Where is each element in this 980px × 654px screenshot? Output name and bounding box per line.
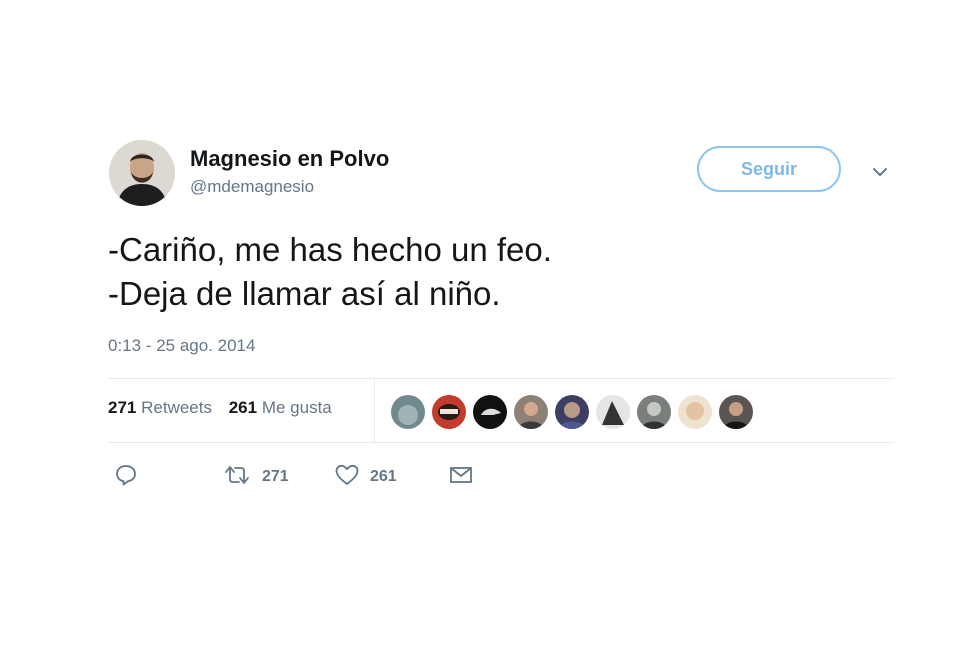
divider <box>108 442 894 443</box>
like-stat[interactable]: 261 Me gusta <box>229 398 332 418</box>
envelope-icon <box>448 463 474 492</box>
follow-button[interactable]: Seguir <box>697 146 841 192</box>
retweet-stat-count: 271 <box>108 398 137 417</box>
liker-avatar[interactable] <box>636 394 672 430</box>
avatar[interactable] <box>109 140 175 206</box>
chevron-down-icon[interactable] <box>868 160 892 184</box>
liker-avatar[interactable] <box>554 394 590 430</box>
liker-avatar[interactable] <box>677 394 713 430</box>
like-button[interactable]: 261 <box>334 460 397 494</box>
liker-avatar[interactable] <box>472 394 508 430</box>
tweet-text-line: -Cariño, me has hecho un feo. <box>108 231 552 268</box>
liker-avatar[interactable] <box>513 394 549 430</box>
engagement-stats: 271 Retweets 261 Me gusta <box>108 398 344 418</box>
tweet-text-line: -Deja de llamar así al niño. <box>108 275 501 312</box>
tweet-text: -Cariño, me has hecho un feo. -Deja de ll… <box>108 228 552 316</box>
reply-button[interactable] <box>114 460 138 494</box>
liker-avatar[interactable] <box>595 394 631 430</box>
like-count: 261 <box>370 468 397 485</box>
heart-icon <box>334 463 360 492</box>
user-handle[interactable]: @mdemagnesio <box>190 177 314 197</box>
tweet-actions: 271 261 <box>108 460 508 494</box>
tweet-timestamp[interactable]: 0:13 - 25 ago. 2014 <box>108 336 255 356</box>
divider <box>108 378 894 379</box>
retweet-stat-label: Retweets <box>141 398 212 417</box>
liker-avatar[interactable] <box>718 394 754 430</box>
display-name[interactable]: Magnesio en Polvo <box>190 146 389 172</box>
retweet-icon <box>222 463 252 492</box>
retweet-stat[interactable]: 271 Retweets <box>108 398 212 418</box>
direct-message-button[interactable] <box>448 460 474 494</box>
retweet-button[interactable]: 271 <box>222 460 289 494</box>
retweet-count: 271 <box>262 468 289 485</box>
liker-avatar[interactable] <box>431 394 467 430</box>
like-stat-count: 261 <box>228 398 258 417</box>
like-stat-label: Me gusta <box>261 398 332 417</box>
divider <box>374 378 375 442</box>
liker-avatar[interactable] <box>390 394 426 430</box>
tweet-card: Magnesio en Polvo @mdemagnesio Seguir -C… <box>0 0 980 654</box>
reply-icon <box>114 463 138 492</box>
